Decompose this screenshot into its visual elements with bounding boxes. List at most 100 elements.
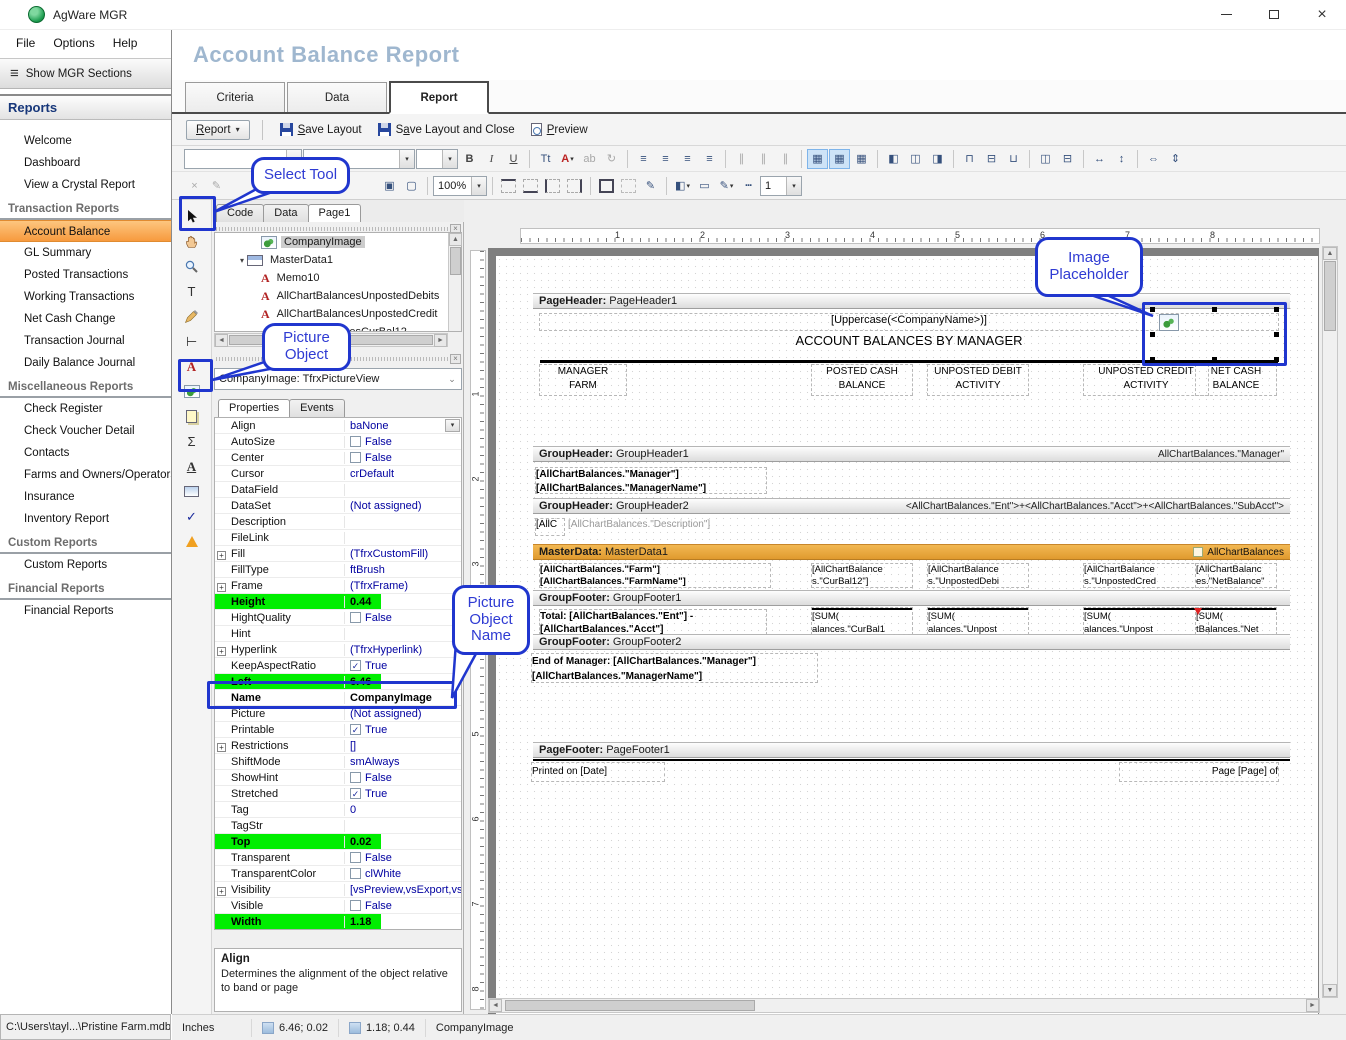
vertical-align-top-button[interactable]: ∥ xyxy=(731,149,752,169)
property-row-hightquality[interactable]: HightQualityFalse xyxy=(215,610,461,626)
vertical-align-middle-button[interactable]: ∥ xyxy=(753,149,774,169)
printed-on-field[interactable]: Printed on [Date] xyxy=(532,763,664,781)
tree-item[interactable]: AAllChartBalancesUnpostedCredit xyxy=(215,305,461,323)
canvas-scroll-left-icon[interactable]: ◄ xyxy=(489,999,502,1012)
frame-top-button[interactable] xyxy=(498,176,519,196)
property-row-shiftmode[interactable]: ShiftModesmAlways xyxy=(215,754,461,770)
dropdown-icon[interactable]: ▾ xyxy=(445,419,460,432)
sum-object-button[interactable]: Σ xyxy=(178,429,206,454)
farm-field[interactable]: [AllChartBalances."Farm"] [AllChartBalan… xyxy=(540,564,770,587)
property-row-restrictions[interactable]: Restrictions+[] xyxy=(215,738,461,754)
property-row-width[interactable]: Width1.18 xyxy=(215,914,461,930)
expand-icon[interactable]: + xyxy=(217,887,226,896)
designer-tab-data[interactable]: Data xyxy=(263,204,308,222)
checkbox-unchecked-icon[interactable] xyxy=(350,612,361,623)
canvas-horizontal-scrollbar[interactable]: ◄ ► xyxy=(488,998,1320,1013)
object-selector-combo[interactable]: CompanyImage: TfrxPictureView ⌄ xyxy=(214,368,462,390)
ole-object-button[interactable] xyxy=(178,529,206,554)
tree-expander-icon[interactable]: ▾ xyxy=(237,256,247,265)
background-button[interactable]: ▭ xyxy=(694,176,715,196)
checkbox-checked-icon[interactable]: ✓ xyxy=(350,724,361,735)
format-painter-button[interactable] xyxy=(178,304,206,329)
report-menu-button[interactable]: Report▾ xyxy=(186,120,250,140)
property-row-keepaspectratio[interactable]: KeepAspectRatio✓True xyxy=(215,658,461,674)
expand-icon[interactable]: + xyxy=(217,551,226,560)
subreport-object-button[interactable] xyxy=(178,404,206,429)
inspector-pane-close-icon[interactable]: × xyxy=(450,354,461,364)
data-field[interactable]: [AllChartBalances."NetBalance" xyxy=(1196,564,1276,587)
end-of-manager-field[interactable]: End of Manager: [AllChartBalances."Manag… xyxy=(532,654,817,682)
property-row-autosize[interactable]: AutoSizeFalse xyxy=(215,434,461,450)
sidebar-item-dashboard[interactable]: Dashboard xyxy=(0,152,171,174)
text-tool-button[interactable]: T xyxy=(178,279,206,304)
save-layout-and-close-button[interactable]: Save Layout and Close xyxy=(373,120,520,139)
sidebar-item-account-balance[interactable]: Account Balance xyxy=(0,220,171,242)
sum-field[interactable]: [SUM(alances."Unpost xyxy=(928,608,1028,634)
draw-object-button[interactable]: A xyxy=(178,454,206,479)
column-header-field[interactable]: UNPOSTED DEBITACTIVITY xyxy=(928,365,1028,395)
property-row-dataset[interactable]: DataSet(Not assigned) xyxy=(215,498,461,514)
close-button[interactable]: × xyxy=(1298,0,1346,30)
zoom-combo[interactable]: 100%▾ xyxy=(433,176,487,196)
property-row-align[interactable]: AlignbaNone▾ xyxy=(215,418,461,434)
sidebar-item-check-register[interactable]: Check Register xyxy=(0,398,171,420)
minimize-button[interactable] xyxy=(1202,0,1250,30)
checkbox-unchecked-icon[interactable] xyxy=(350,900,361,911)
property-row-filltype[interactable]: FillTypeftBrush xyxy=(215,562,461,578)
align-justify-button[interactable]: ≡ xyxy=(699,149,720,169)
caret-down-icon[interactable]: ▾ xyxy=(399,150,414,168)
checkbox-object-button[interactable]: ✓ xyxy=(178,504,206,529)
rotate-text-button[interactable]: ↻ xyxy=(601,149,622,169)
frame-right-button[interactable] xyxy=(564,176,585,196)
sum-field[interactable]: [SUM(tBalances."Net xyxy=(1196,608,1276,634)
font-size-combo[interactable]: ▾ xyxy=(416,149,458,169)
column-header-field[interactable]: NET CASHBALANCE xyxy=(1196,365,1276,395)
caret-down-icon[interactable]: ▾ xyxy=(786,177,801,195)
tree-item[interactable]: CompanyImage xyxy=(215,233,461,251)
property-row-showhint[interactable]: ShowHintFalse xyxy=(215,770,461,786)
menu-file[interactable]: File xyxy=(8,33,43,53)
footer-rule-line[interactable] xyxy=(533,759,1290,761)
property-row-tagstr[interactable]: TagStr xyxy=(215,818,461,834)
column-header-field[interactable]: UNPOSTED CREDITACTIVITY xyxy=(1084,365,1208,395)
property-row-visible[interactable]: VisibleFalse xyxy=(215,898,461,914)
save-layout-button[interactable]: Save Layout xyxy=(275,120,367,139)
frame-none-button[interactable] xyxy=(618,176,639,196)
property-row-frame[interactable]: Frame+(TfrxFrame) xyxy=(215,578,461,594)
space-vertically-button[interactable]: ⇕ xyxy=(1165,149,1186,169)
property-row-visibility[interactable]: Visibility+[vsPreview,vsExport,vsPr xyxy=(215,882,461,898)
caret-down-icon[interactable]: ▾ xyxy=(442,150,457,168)
tab-criteria[interactable]: Criteria xyxy=(185,82,285,112)
sidebar-item-custom-reports[interactable]: Custom Reports xyxy=(0,554,171,576)
menu-options[interactable]: Options xyxy=(45,33,102,53)
tab-data[interactable]: Data xyxy=(287,82,387,112)
canvas-scroll-right-icon[interactable]: ► xyxy=(1306,999,1319,1012)
expand-icon[interactable]: + xyxy=(217,743,226,752)
property-tab-events[interactable]: Events xyxy=(289,399,345,417)
vertical-align-bottom-button[interactable]: ∥ xyxy=(775,149,796,169)
expand-icon[interactable]: + xyxy=(217,647,226,656)
maximize-button[interactable] xyxy=(1250,0,1298,30)
edit-tool-button[interactable]: ✎ xyxy=(206,176,227,196)
band-groupfooter2[interactable]: GroupFooter: GroupFooter2 xyxy=(533,634,1290,650)
expand-icon[interactable]: + xyxy=(217,583,226,592)
description-field[interactable]: [AllChartBalances."Description"] xyxy=(568,519,768,535)
snap-to-grid-button[interactable]: ▦ xyxy=(829,149,850,169)
zoom-tool-button[interactable] xyxy=(178,254,206,279)
chevron-down-icon[interactable]: ⌄ xyxy=(443,374,461,385)
sidebar-item-insurance[interactable]: Insurance xyxy=(0,486,171,508)
tab-report[interactable]: Report xyxy=(389,81,489,114)
center-horizontally-button[interactable]: ◫ xyxy=(1035,149,1056,169)
canvas-scroll-up-icon[interactable]: ▲ xyxy=(1323,247,1337,260)
tree-scroll-left-icon[interactable]: ◄ xyxy=(215,334,228,347)
canvas-scroll-down-icon[interactable]: ▼ xyxy=(1323,984,1337,997)
group-button[interactable]: ▣ xyxy=(379,176,400,196)
band-groupfooter1[interactable]: GroupFooter: GroupFooter1 xyxy=(533,590,1290,606)
checkbox-unchecked-icon[interactable] xyxy=(350,772,361,783)
band-pagefooter[interactable]: PageFooter: PageFooter1 xyxy=(533,742,1290,758)
property-row-cursor[interactable]: CursorcrDefault xyxy=(215,466,461,482)
column-header-field[interactable]: POSTED CASHBALANCE xyxy=(812,365,912,395)
align-center-button[interactable]: ≡ xyxy=(655,149,676,169)
frame-bottom-button[interactable] xyxy=(520,176,541,196)
tree-item[interactable]: ▾MasterData1 xyxy=(215,251,461,269)
